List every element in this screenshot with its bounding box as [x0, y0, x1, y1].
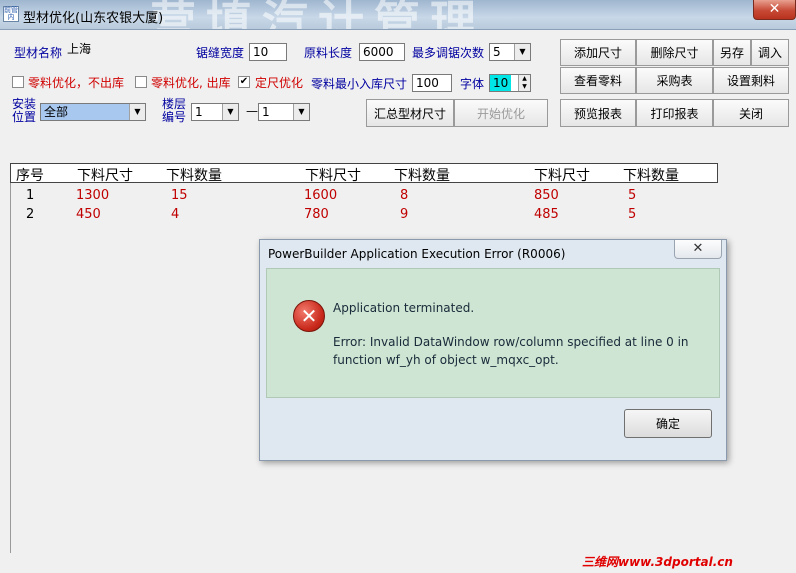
fixed-size-checkbox[interactable]: ✔: [238, 76, 250, 88]
opt-stock-checkbox[interactable]: [135, 76, 147, 88]
fixed-size-label: 定尺优化: [255, 76, 304, 90]
kerf-width-input[interactable]: 10: [249, 43, 287, 61]
check-icon: ✔: [239, 76, 249, 87]
opt-stock-label: 零料优化, 出库: [151, 76, 231, 90]
grid-cell: 1300: [76, 188, 110, 203]
set-remnant-button[interactable]: 设置剩料: [713, 67, 789, 94]
site-watermark: 三维网www.3dportal.cn: [582, 555, 733, 569]
dialog-message-line: Application terminated.: [333, 301, 475, 315]
import-button[interactable]: 调入: [751, 39, 789, 66]
dialog-message-area: ✕ Application terminated. Error: Invalid…: [266, 268, 720, 398]
chevron-down-icon[interactable]: ▼: [293, 104, 309, 120]
close-icon: ✕: [768, 1, 781, 17]
floor-to-value: 1: [262, 105, 270, 119]
grid-cell: 9: [400, 207, 409, 222]
grid-cell: 8: [400, 188, 409, 203]
floor-to-select[interactable]: 1 ▼: [258, 103, 310, 121]
grid-header-cell: 下料数量: [623, 168, 679, 184]
dialog-title: PowerBuilder Application Execution Error…: [268, 247, 566, 261]
grid-cell: 4: [171, 207, 180, 222]
save-as-button[interactable]: 另存: [713, 39, 751, 66]
ok-button[interactable]: 确定: [624, 409, 712, 438]
install-position-value: 全部: [44, 105, 69, 119]
window-title: 型材优化(山东农银大厦): [23, 11, 164, 26]
error-dialog: PowerBuilder Application Execution Error…: [259, 239, 727, 461]
profile-name-label: 型材名称: [14, 46, 63, 60]
dialog-message-line: Error: Invalid DataWindow row/column spe…: [333, 335, 689, 349]
grid-cell: 850: [534, 188, 559, 203]
purchase-list-button[interactable]: 采购表: [636, 67, 713, 94]
min-store-size-input[interactable]: 100: [412, 74, 452, 92]
stock-length-input[interactable]: 6000: [359, 43, 405, 61]
chevron-down-icon[interactable]: ▼: [129, 104, 145, 120]
floor-from-value: 1: [195, 105, 203, 119]
install-position-select[interactable]: 全部 ▼: [40, 103, 146, 121]
grid-header-cell: 下料尺寸: [534, 168, 590, 184]
install-position-label: 安装 位置: [12, 97, 37, 124]
grid-cell: 5: [628, 207, 637, 222]
close-icon: ✕: [692, 241, 704, 256]
grid-header-cell: 序号: [16, 168, 44, 184]
font-size-label: 字体: [460, 77, 485, 91]
grid-left-border: [10, 163, 11, 553]
app-icon: 前管内: [3, 6, 19, 22]
grid-cell: 780: [304, 207, 329, 222]
opt-no-stock-label: 零料优化，不出库: [28, 76, 125, 90]
grid-header-cell: 下料尺寸: [77, 168, 133, 184]
profile-name-field[interactable]: 上海: [64, 41, 186, 59]
add-size-button[interactable]: 添加尺寸: [560, 39, 636, 66]
preview-report-button[interactable]: 预览报表: [560, 99, 636, 127]
floor-range-dash: —: [246, 104, 258, 118]
floor-number-label: 楼层 编号: [162, 97, 187, 124]
grid-cell: 1600: [304, 188, 338, 203]
spinner-arrows-icon[interactable]: ▲ ▼: [518, 75, 530, 91]
grid-cell: 2: [26, 207, 35, 222]
start-optimize-button[interactable]: 开始优化: [454, 99, 548, 127]
kerf-width-label: 锯缝宽度: [196, 46, 245, 60]
title-banner-text: 营填汽计管理: [150, 0, 486, 30]
stock-length-label: 原料长度: [304, 46, 353, 60]
window-close-button[interactable]: ✕: [753, 0, 796, 20]
opt-no-stock-checkbox[interactable]: [12, 76, 24, 88]
grid-cell: 485: [534, 207, 559, 222]
grid-cell: 5: [628, 188, 637, 203]
chevron-down-icon[interactable]: ▼: [222, 104, 238, 120]
print-report-button[interactable]: 打印报表: [636, 99, 713, 127]
grid-header-cell: 下料数量: [166, 168, 222, 184]
font-size-value: 10: [490, 75, 512, 91]
floor-from-select[interactable]: 1 ▼: [191, 103, 239, 121]
grid-header: 序号 下料尺寸 下料数量 下料尺寸 下料数量 下料尺寸 下料数量: [10, 163, 718, 184]
error-icon: ✕: [293, 300, 325, 332]
summarize-profile-button[interactable]: 汇总型材尺寸: [366, 99, 454, 127]
max-adjust-select[interactable]: 5 ▼: [489, 43, 531, 61]
title-bar: 营填汽计管理 前管内 型材优化(山东农银大厦) ✕: [0, 0, 796, 30]
grid-header-cell: 下料尺寸: [305, 168, 361, 184]
font-size-spinner[interactable]: 10 ▲ ▼: [489, 74, 531, 92]
chevron-down-icon[interactable]: ▼: [514, 44, 530, 60]
max-adjust-value: 5: [493, 45, 501, 59]
min-store-size-label: 零料最小入库尺寸: [311, 77, 408, 91]
grid-cell: 1: [26, 188, 35, 203]
grid-cell: 450: [76, 207, 101, 222]
max-adjust-label: 最多调锯次数: [412, 46, 485, 60]
dialog-close-button[interactable]: ✕: [674, 240, 722, 259]
dialog-message-line: function wf_yh of object w_mqxc_opt.: [333, 353, 559, 367]
view-remnant-button[interactable]: 查看零料: [560, 67, 636, 94]
grid-header-cell: 下料数量: [394, 168, 450, 184]
close-button[interactable]: 关闭: [713, 99, 789, 127]
delete-size-button[interactable]: 删除尺寸: [636, 39, 713, 66]
grid-cell: 15: [171, 188, 188, 203]
